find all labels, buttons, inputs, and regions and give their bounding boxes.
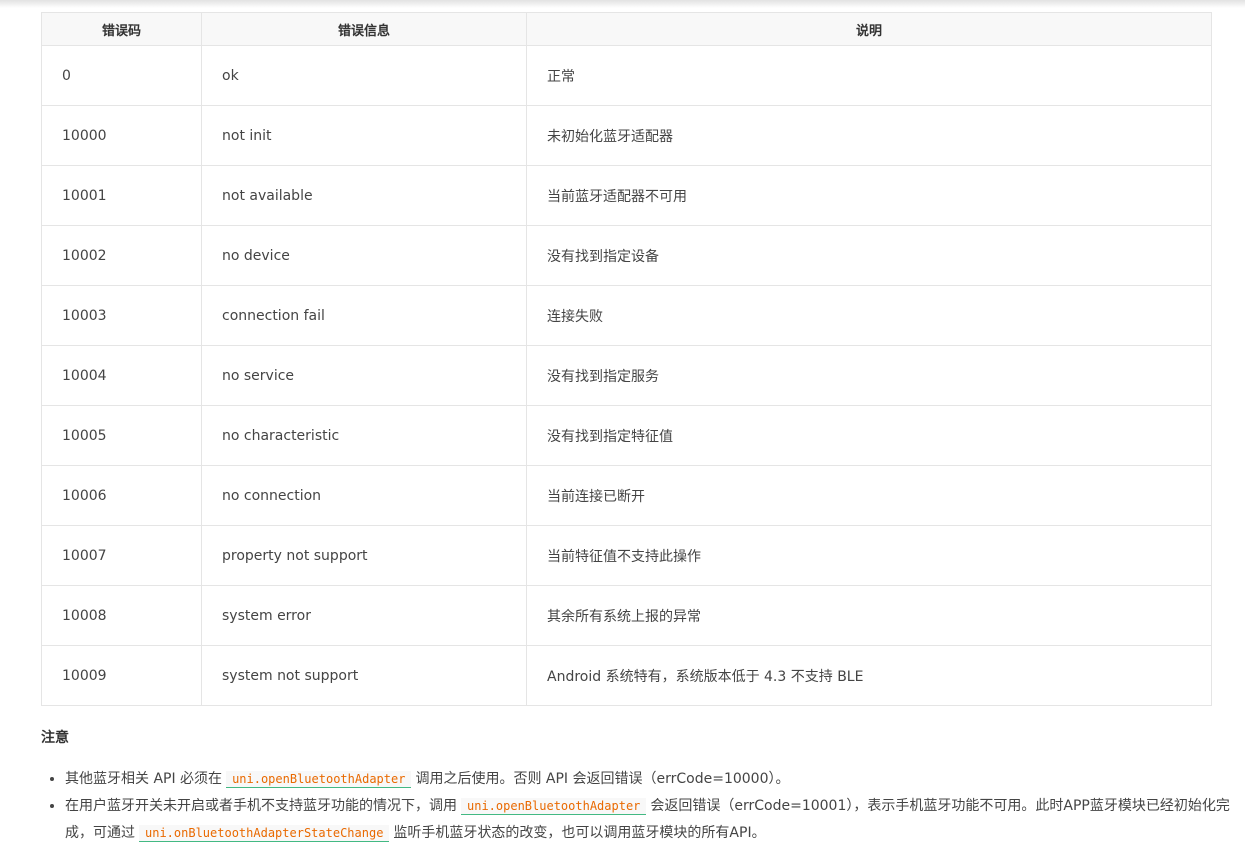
table-row: 10001 not available 当前蓝牙适配器不可用 <box>41 165 1212 226</box>
error-code-cell: 10000 <box>41 105 202 166</box>
table-row: 10002 no device 没有找到指定设备 <box>41 225 1212 286</box>
description-cell: 当前蓝牙适配器不可用 <box>526 165 1212 226</box>
description-cell: 没有找到指定设备 <box>526 225 1212 286</box>
header-error-message: 错误信息 <box>201 12 527 46</box>
error-message-cell: not init <box>201 105 527 166</box>
description-cell: Android 系统特有，系统版本低于 4.3 不支持 BLE <box>526 645 1212 706</box>
table-row: 10009 system not support Android 系统特有，系统… <box>41 645 1212 706</box>
error-code-cell: 10003 <box>41 285 202 346</box>
table-row: 0 ok 正常 <box>41 45 1212 106</box>
notes-list: 其他蓝牙相关 API 必须在uni.openBluetoothAdapter调用… <box>41 766 1240 847</box>
list-item: 在用户蓝牙开关未开启或者手机不支持蓝牙功能的情况下，调用uni.openBlue… <box>65 793 1240 847</box>
code-open-bluetooth-adapter: uni.openBluetoothAdapter <box>226 771 412 788</box>
error-code-cell: 10004 <box>41 345 202 406</box>
description-cell: 其余所有系统上报的异常 <box>526 585 1212 646</box>
error-message-cell: property not support <box>201 525 527 586</box>
header-error-code: 错误码 <box>41 12 202 46</box>
error-code-cell: 10009 <box>41 645 202 706</box>
error-message-cell: connection fail <box>201 285 527 346</box>
error-code-cell: 10001 <box>41 165 202 226</box>
error-message-cell: no characteristic <box>201 405 527 466</box>
error-message-cell: not available <box>201 165 527 226</box>
error-code-cell: 10005 <box>41 405 202 466</box>
table-row: 10004 no service 没有找到指定服务 <box>41 345 1212 406</box>
description-cell: 当前特征值不支持此操作 <box>526 525 1212 586</box>
table-row: 10008 system error 其余所有系统上报的异常 <box>41 585 1212 646</box>
description-cell: 未初始化蓝牙适配器 <box>526 105 1212 166</box>
table-row: 10006 no connection 当前连接已断开 <box>41 465 1212 526</box>
description-cell: 连接失败 <box>526 285 1212 346</box>
table-row: 10007 property not support 当前特征值不支持此操作 <box>41 525 1212 586</box>
error-code-table: 错误码 错误信息 说明 0 ok 正常 10000 not init 未初始化蓝… <box>41 12 1212 706</box>
code-on-adapter-state-change: uni.onBluetoothAdapterStateChange <box>139 825 390 842</box>
header-description: 说明 <box>526 12 1212 46</box>
error-code-cell: 10007 <box>41 525 202 586</box>
table-header-row: 错误码 错误信息 说明 <box>41 12 1212 46</box>
error-code-cell: 0 <box>41 45 202 106</box>
description-cell: 没有找到指定特征值 <box>526 405 1212 466</box>
error-message-cell: no service <box>201 345 527 406</box>
error-message-cell: no device <box>201 225 527 286</box>
error-code-cell: 10008 <box>41 585 202 646</box>
note-text: 监听手机蓝牙状态的改变，也可以调用蓝牙模块的所有API。 <box>393 825 766 841</box>
table-row: 10003 connection fail 连接失败 <box>41 285 1212 346</box>
error-code-cell: 10006 <box>41 465 202 526</box>
error-message-cell: system not support <box>201 645 527 706</box>
top-shadow <box>0 0 1245 8</box>
error-message-cell: ok <box>201 45 527 106</box>
description-cell: 正常 <box>526 45 1212 106</box>
description-cell: 没有找到指定服务 <box>526 345 1212 406</box>
error-message-cell: no connection <box>201 465 527 526</box>
note-text: 在用户蓝牙开关未开启或者手机不支持蓝牙功能的情况下，调用 <box>65 798 457 814</box>
error-message-cell: system error <box>201 585 527 646</box>
table-row: 10000 not init 未初始化蓝牙适配器 <box>41 105 1212 166</box>
description-cell: 当前连接已断开 <box>526 465 1212 526</box>
error-code-cell: 10002 <box>41 225 202 286</box>
table-row: 10005 no characteristic 没有找到指定特征值 <box>41 405 1212 466</box>
note-text: 调用之后使用。否则 API 会返回错误（errCode=10000）。 <box>415 771 790 787</box>
list-item: 其他蓝牙相关 API 必须在uni.openBluetoothAdapter调用… <box>65 766 1240 793</box>
notes-title: 注意 <box>41 730 69 746</box>
note-text: 其他蓝牙相关 API 必须在 <box>65 771 223 787</box>
code-open-bluetooth-adapter: uni.openBluetoothAdapter <box>461 798 647 815</box>
